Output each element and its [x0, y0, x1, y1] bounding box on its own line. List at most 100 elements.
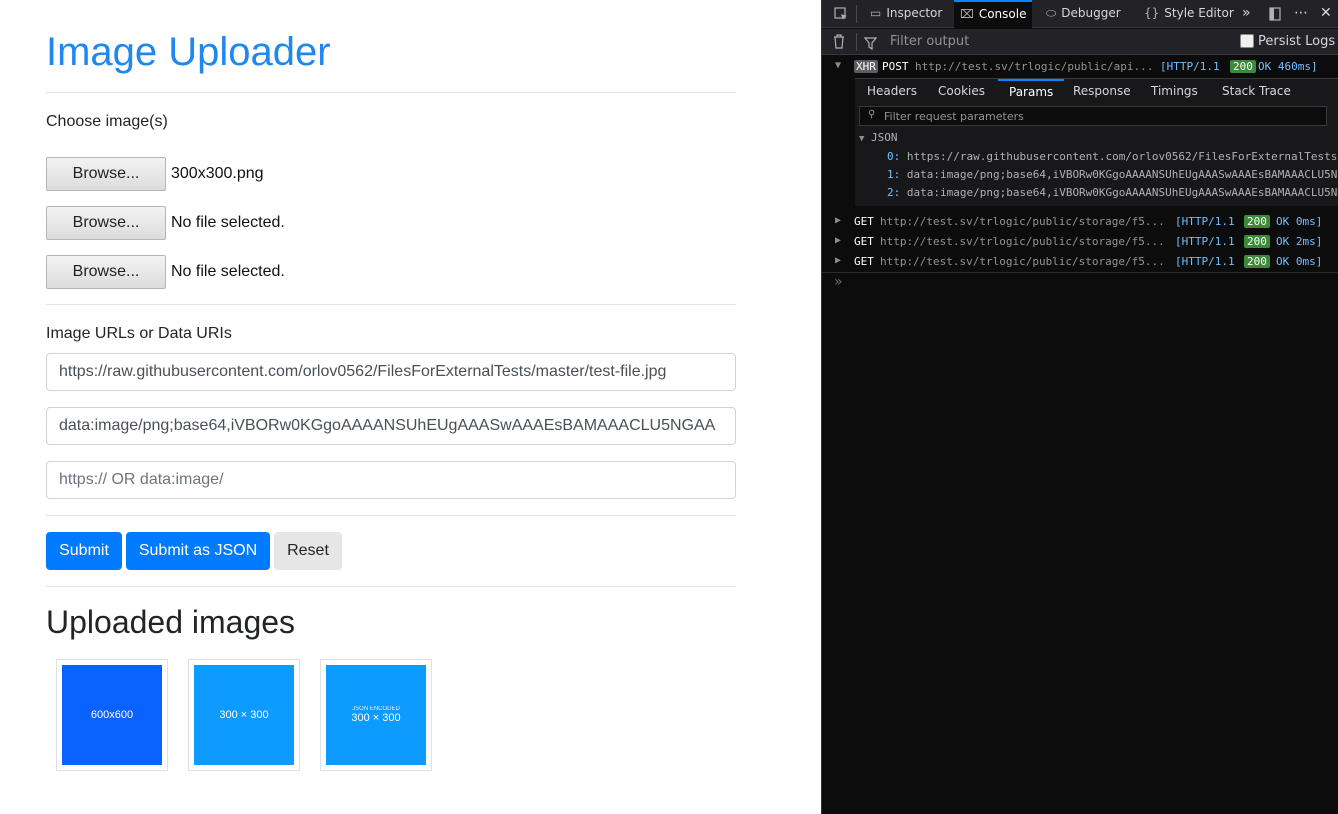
json-item: 0: https://raw.githubusercontent.com/orl… — [887, 150, 1337, 163]
tab-stack-trace[interactable]: Stack Trace — [1222, 79, 1291, 103]
json-key: 0: — [887, 150, 901, 163]
browse-button-3[interactable]: Browse... — [46, 255, 166, 289]
get-request-row[interactable]: ▶ GET http://test.sv/trlogic/public/stor… — [822, 232, 1338, 252]
collapse-arrow-icon: ▼ — [859, 134, 865, 144]
thumbnail-image: JSON ENCODED 300 × 300 — [326, 665, 426, 765]
page-title: Image Uploader — [46, 30, 331, 74]
filter-separator — [856, 33, 857, 51]
collapse-arrow-icon[interactable]: ▼ — [835, 60, 841, 71]
thumbnail-subcaption: JSON ENCODED — [352, 706, 400, 712]
tab-debugger-label: Debugger — [1061, 6, 1121, 20]
uploaded-image-thumbnail[interactable]: 600x600 — [56, 659, 168, 771]
devtools-panel: ▭ Inspector ⌧ Console ⬭ Debugger {} Style Ed… — [821, 0, 1338, 814]
json-label: JSON — [871, 131, 898, 144]
request-protocol: [HTTP/1.1 — [1160, 60, 1220, 73]
browse-button-2[interactable]: Browse... — [46, 206, 166, 240]
tab-inspector[interactable]: ▭ Inspector — [866, 0, 946, 28]
divider — [46, 304, 736, 305]
expand-arrow-icon[interactable]: ▶ — [835, 215, 841, 226]
tab-timings[interactable]: Timings — [1151, 79, 1198, 103]
status-badge: 200 — [1244, 235, 1270, 248]
inspector-icon: ▭ — [870, 6, 882, 20]
filter-output-input[interactable]: Filter output — [890, 34, 969, 49]
json-key: 1: — [887, 168, 901, 181]
status-badge: 200 — [1230, 60, 1256, 73]
url-input-1[interactable]: https://raw.githubusercontent.com/orlov0… — [46, 353, 736, 391]
json-item: 1: data:image/png;base64,iVBORw0KGgoAAAA… — [887, 168, 1337, 181]
param-filter-placeholder: Filter request parameters — [884, 110, 1024, 123]
web-page: Image Uploader Choose image(s) Browse...… — [0, 0, 821, 814]
json-key: 2: — [887, 186, 901, 199]
tab-params[interactable]: Params — [998, 79, 1065, 103]
divider — [46, 515, 736, 516]
dock-icon[interactable] — [1268, 0, 1282, 28]
get-request-row[interactable]: ▶ GET http://test.sv/trlogic/public/stor… — [822, 252, 1338, 273]
tab-style-editor[interactable]: {} Style Editor — [1140, 0, 1238, 28]
url-input-3[interactable]: https:// OR data:image/ — [46, 461, 736, 499]
file-status-3: No file selected. — [171, 263, 285, 280]
tab-cookies[interactable]: Cookies — [938, 79, 985, 103]
request-url[interactable]: http://test.sv/trlogic/public/storage/f5… — [880, 255, 1166, 268]
get-request-row[interactable]: ▶ GET http://test.sv/trlogic/public/stor… — [822, 212, 1338, 232]
tab-console[interactable]: ⌧ Console — [954, 0, 1033, 28]
param-filter-input[interactable]: ⚲ Filter request parameters — [859, 106, 1327, 126]
request-protocol: [HTTP/1.1 — [1175, 255, 1235, 268]
tab-console-label: Console — [978, 7, 1027, 21]
request-status-text: OK 0ms] — [1276, 255, 1323, 268]
request-status-text: OK 2ms] — [1276, 235, 1323, 248]
browse-button-1[interactable]: Browse... — [46, 157, 166, 191]
console-icon: ⌧ — [960, 7, 974, 21]
xhr-badge: XHR — [854, 60, 878, 73]
json-value: data:image/png;base64,iVBORw0KGgoAAAANSU… — [906, 186, 1337, 199]
url-input-2[interactable]: data:image/png;base64,iVBORw0KGgoAAAANSU… — [46, 407, 736, 445]
tab-inspector-label: Inspector — [886, 6, 943, 20]
filter-icon: ⚲ — [868, 109, 876, 120]
style-editor-icon: {} — [1144, 6, 1160, 20]
request-url[interactable]: http://test.sv/trlogic/public/storage/f5… — [880, 215, 1166, 228]
thumbnail-caption: 600x600 — [90, 709, 134, 721]
status-badge: 200 — [1244, 255, 1270, 268]
trash-icon[interactable] — [832, 34, 846, 53]
request-protocol: [HTTP/1.1 — [1175, 215, 1235, 228]
options-menu-icon[interactable]: ⋯ — [1294, 0, 1308, 28]
persist-logs-checkbox[interactable] — [1240, 34, 1254, 48]
uploaded-image-thumbnail[interactable]: JSON ENCODED 300 × 300 — [320, 659, 432, 771]
request-status-text: OK 460ms] — [1258, 60, 1318, 73]
thumbnail-caption: 300 × 300 — [219, 709, 269, 721]
thumbnail-image: 300 × 300 — [194, 665, 294, 765]
more-tabs-icon[interactable]: » — [1242, 0, 1251, 28]
devtools-toolbar: ▭ Inspector ⌧ Console ⬭ Debugger {} Style Ed… — [822, 0, 1338, 28]
request-url[interactable]: http://test.sv/trlogic/public/storage/f5… — [880, 235, 1166, 248]
submit-as-json-button[interactable]: Submit as JSON — [126, 532, 270, 570]
request-status-text: OK 0ms] — [1276, 215, 1323, 228]
tab-response[interactable]: Response — [1073, 79, 1131, 103]
close-icon[interactable]: ✕ — [1320, 0, 1332, 28]
expand-arrow-icon[interactable]: ▶ — [835, 235, 841, 246]
request-method: POST — [882, 60, 909, 73]
tab-debugger[interactable]: ⬭ Debugger — [1042, 0, 1125, 28]
image-urls-label: Image URLs or Data URIs — [46, 325, 232, 342]
file-status-2: No file selected. — [171, 214, 285, 231]
console-input-prompt[interactable]: » — [834, 274, 843, 290]
uploaded-image-thumbnail[interactable]: 300 × 300 — [188, 659, 300, 771]
tab-style-editor-label: Style Editor — [1164, 6, 1234, 20]
submit-button[interactable]: Submit — [46, 532, 122, 570]
xhr-request-row[interactable]: ▼ XHR POST http://test.sv/trlogic/public… — [822, 57, 1338, 77]
choose-images-label: Choose image(s) — [46, 113, 168, 130]
thumbnail-caption: 300 × 300 — [351, 712, 401, 724]
json-value: data:image/png;base64,iVBORw0KGgoAAAANSU… — [906, 168, 1337, 181]
toolbar-separator — [856, 5, 857, 23]
expand-arrow-icon[interactable]: ▶ — [835, 255, 841, 266]
request-protocol: [HTTP/1.1 — [1175, 235, 1235, 248]
status-badge: 200 — [1244, 215, 1270, 228]
request-method: GET — [854, 235, 874, 248]
reset-button[interactable]: Reset — [274, 532, 342, 570]
request-url[interactable]: http://test.sv/trlogic/public/api... — [915, 60, 1155, 73]
filter-icon — [863, 35, 878, 54]
json-section-header[interactable]: ▼ JSON — [859, 131, 898, 144]
divider — [46, 586, 736, 587]
uploaded-images-title: Uploaded images — [46, 604, 296, 640]
request-method: GET — [854, 255, 874, 268]
tab-headers[interactable]: Headers — [867, 79, 917, 103]
element-picker-icon[interactable] — [830, 0, 852, 28]
